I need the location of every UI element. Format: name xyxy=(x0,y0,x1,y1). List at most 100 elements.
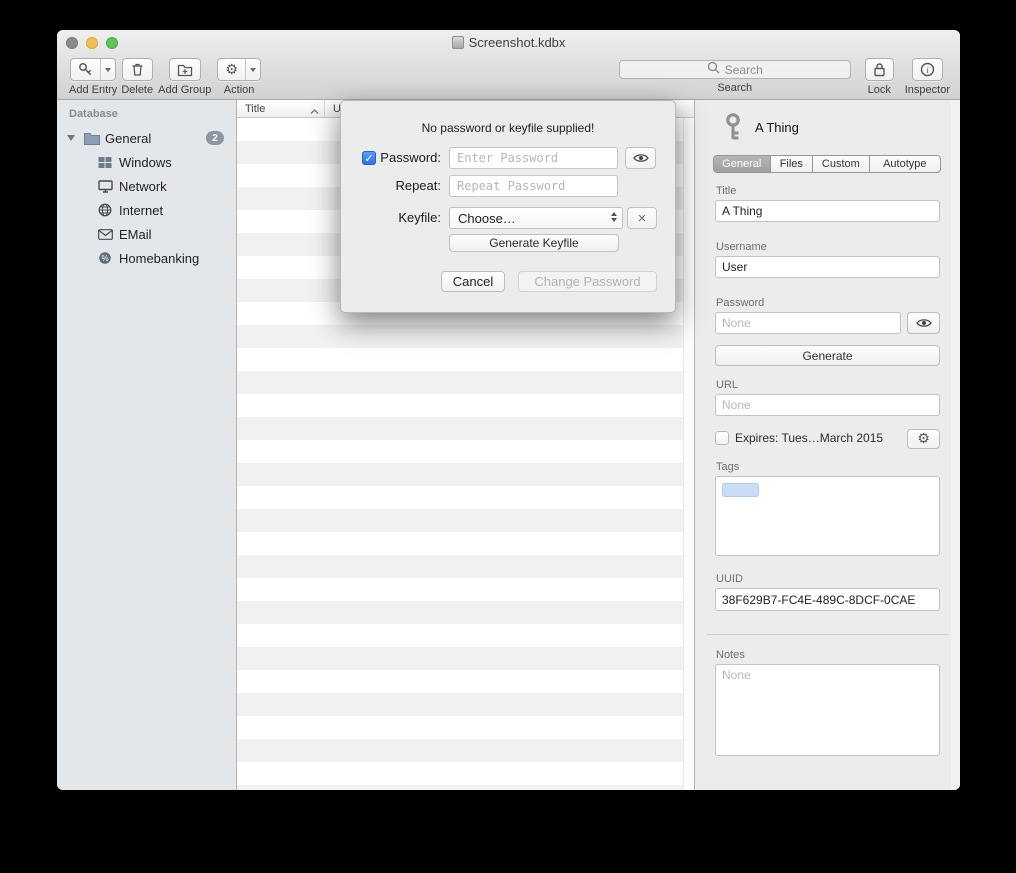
windows-icon xyxy=(98,156,112,169)
tab-custom[interactable]: Custom xyxy=(813,156,870,172)
toolbar-item-delete: Delete xyxy=(121,58,153,96)
clear-keyfile-button[interactable]: × xyxy=(627,207,657,229)
title-label: Title xyxy=(716,185,736,197)
username-field[interactable] xyxy=(715,256,940,278)
generate-button[interactable]: Generate xyxy=(715,345,940,366)
computer-icon xyxy=(98,180,113,193)
keyfile-dropdown[interactable]: Choose… xyxy=(449,207,623,229)
sidebar-item-label: General xyxy=(105,131,151,146)
cancel-button[interactable]: Cancel xyxy=(441,271,505,292)
tags-box[interactable] xyxy=(715,476,940,556)
search-icon xyxy=(707,61,720,79)
folder-plus-icon xyxy=(170,59,200,80)
key-plus-icon xyxy=(71,59,100,80)
app-window: Screenshot.kdbx Add Entry D xyxy=(57,30,960,790)
titlebar[interactable]: Screenshot.kdbx xyxy=(57,30,960,55)
add-entry-button[interactable] xyxy=(70,58,116,81)
add-group-button[interactable] xyxy=(169,58,201,81)
window-title: Screenshot.kdbx xyxy=(469,35,566,50)
delete-label: Delete xyxy=(121,84,153,96)
expires-settings-button[interactable]: ⚙ xyxy=(907,429,940,449)
change-password-dialog: No password or keyfile supplied! ✓ Passw… xyxy=(340,100,676,313)
notes-field[interactable] xyxy=(715,664,940,756)
tags-label: Tags xyxy=(716,461,739,473)
title-field[interactable] xyxy=(715,200,940,222)
generate-keyfile-button[interactable]: Generate Keyfile xyxy=(449,234,619,252)
column-header-title[interactable]: Title xyxy=(237,100,325,117)
sidebar-item-label: Internet xyxy=(119,203,163,218)
username-label: Username xyxy=(716,241,767,253)
divider xyxy=(707,634,948,635)
toolbar-item-search: Search Search xyxy=(619,58,851,94)
tab-files[interactable]: Files xyxy=(771,156,814,172)
lock-label: Lock xyxy=(868,84,891,96)
search-input[interactable]: Search xyxy=(619,60,851,79)
delete-button[interactable] xyxy=(122,58,153,81)
sidebar-item-internet[interactable]: Internet xyxy=(57,198,236,222)
reveal-password-button[interactable] xyxy=(907,312,940,334)
gear-icon: ⚙ xyxy=(218,59,245,80)
expires-checkbox[interactable] xyxy=(715,431,729,445)
url-label: URL xyxy=(716,379,738,391)
tab-autotype[interactable]: Autotype xyxy=(870,156,940,172)
inspector-tabs: General Files Custom Autotype xyxy=(713,155,941,173)
sort-ascending-icon xyxy=(310,106,319,118)
entry-list-scrollbar[interactable] xyxy=(683,118,694,790)
toolbar-item-add-entry: Add Entry xyxy=(69,58,117,96)
tab-general[interactable]: General xyxy=(714,156,771,172)
sidebar-item-email[interactable]: EMail xyxy=(57,222,236,246)
notes-label: Notes xyxy=(716,649,745,661)
inspector-button[interactable]: i xyxy=(912,58,943,81)
trash-icon xyxy=(123,59,152,80)
chevron-down-icon xyxy=(105,68,111,72)
stepper-icon xyxy=(611,212,617,222)
dialog-password-input[interactable] xyxy=(449,147,618,169)
info-icon: i xyxy=(913,59,942,80)
expires-row: Expires: Tues…March 2015 ⚙ xyxy=(715,429,940,449)
sidebar-item-general[interactable]: General 2 xyxy=(57,126,236,150)
add-group-label: Add Group xyxy=(158,84,211,96)
percent-icon: % xyxy=(98,251,112,265)
inspector-scrollbar[interactable] xyxy=(951,100,960,790)
svg-text:%: % xyxy=(101,254,108,263)
folder-icon xyxy=(84,132,100,145)
eye-icon xyxy=(916,316,932,331)
add-entry-dropdown[interactable] xyxy=(100,59,115,80)
toolbar-item-lock: Lock xyxy=(865,58,894,96)
action-button[interactable]: ⚙ xyxy=(217,58,261,81)
dialog-repeat-label: Repeat: xyxy=(341,175,441,197)
inspector-label: Inspector xyxy=(905,84,950,96)
entry-title: A Thing xyxy=(755,120,799,135)
mail-icon xyxy=(98,229,113,240)
disclosure-triangle-icon[interactable] xyxy=(67,135,75,141)
dialog-repeat-input[interactable] xyxy=(449,175,618,197)
toolbar: Add Entry Delete Add Group xyxy=(57,55,960,100)
gear-icon: ⚙ xyxy=(917,432,930,446)
document-icon xyxy=(452,36,464,49)
url-field[interactable] xyxy=(715,394,940,416)
lock-button[interactable] xyxy=(865,58,894,81)
svg-text:i: i xyxy=(926,65,929,75)
sidebar-item-windows[interactable]: Windows xyxy=(57,150,236,174)
sidebar-item-network[interactable]: Network xyxy=(57,174,236,198)
toolbar-item-action: ⚙ Action xyxy=(217,58,261,96)
eye-icon xyxy=(633,151,649,166)
dialog-message: No password or keyfile supplied! xyxy=(341,121,675,135)
toolbar-item-inspector: i Inspector xyxy=(905,58,950,96)
chevron-down-icon xyxy=(250,68,256,72)
action-dropdown[interactable] xyxy=(245,59,260,80)
search-label: Search xyxy=(717,82,752,94)
sidebar-item-label: EMail xyxy=(119,227,152,242)
uuid-field[interactable] xyxy=(715,588,940,611)
sidebar-item-homebanking[interactable]: % Homebanking xyxy=(57,246,236,270)
tag-chip[interactable] xyxy=(722,483,759,497)
uuid-label: UUID xyxy=(716,573,743,585)
search-placeholder: Search xyxy=(725,63,763,77)
password-label: Password xyxy=(716,297,764,309)
sidebar-item-label: Windows xyxy=(119,155,172,170)
change-password-button[interactable]: Change Password xyxy=(518,271,657,292)
reveal-dialog-password-button[interactable] xyxy=(625,147,656,169)
sidebar-item-label: Homebanking xyxy=(119,251,199,266)
password-field[interactable] xyxy=(715,312,901,334)
window-header: Screenshot.kdbx Add Entry D xyxy=(57,30,960,100)
